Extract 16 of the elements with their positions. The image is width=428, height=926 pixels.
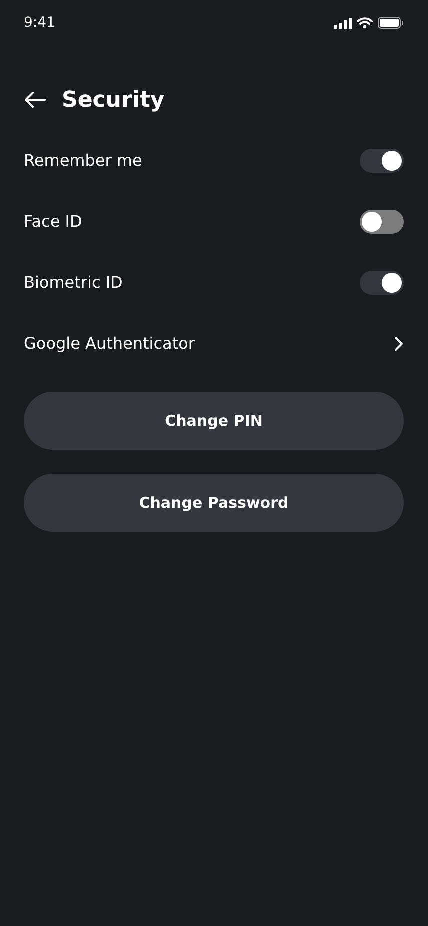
battery-icon — [378, 17, 404, 29]
back-arrow-icon[interactable] — [24, 91, 46, 109]
chevron-right-icon[interactable] — [394, 336, 404, 352]
setting-label: Google Authenticator — [24, 334, 195, 353]
toggle-switch[interactable] — [360, 210, 404, 234]
status-time: 9:41 — [24, 15, 56, 31]
toggle-switch[interactable] — [360, 270, 404, 294]
action-button[interactable]: Change PIN — [24, 392, 404, 450]
page-title: Security — [62, 88, 165, 112]
setting-label: Biometric ID — [24, 273, 123, 292]
wifi-icon — [357, 17, 373, 29]
setting-label: Face ID — [24, 212, 82, 231]
setting-label: Remember me — [24, 151, 142, 170]
action-button[interactable]: Change Password — [24, 474, 404, 532]
toggle-switch[interactable] — [360, 148, 404, 172]
signal-icon — [334, 18, 352, 28]
